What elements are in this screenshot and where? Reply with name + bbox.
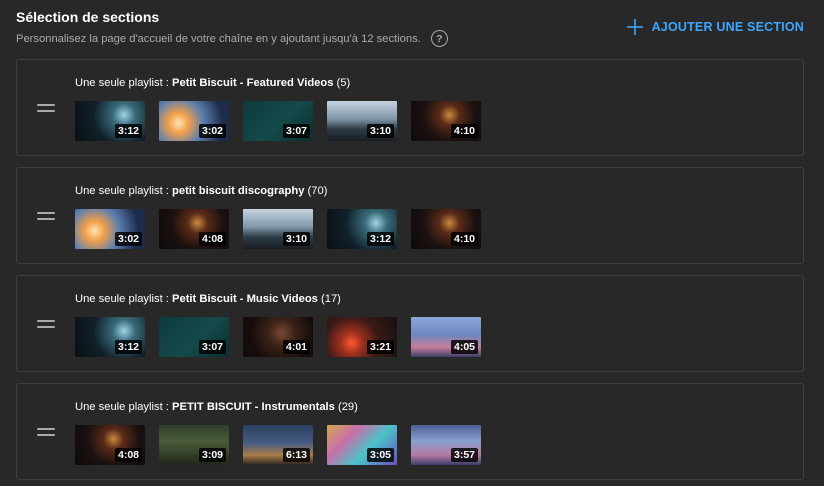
video-count: (5) [333,77,351,89]
video-thumbnail[interactable]: 3:12 [75,317,145,357]
video-thumbnail[interactable]: 3:07 [243,101,313,141]
video-thumbnail[interactable]: 3:05 [327,425,397,465]
video-duration: 3:21 [366,340,394,354]
video-duration: 3:12 [114,340,142,354]
thumbnail-row: 3:02 4:08 3:10 3:12 4:10 [75,209,481,249]
page-subtitle: Personnalisez la page d'accueil de votre… [16,32,421,45]
section-label: Une seule playlist : petit biscuit disco… [75,184,327,198]
video-duration: 4:05 [450,340,478,354]
thumbnail-row: 3:12 3:07 4:01 3:21 4:05 [75,317,481,357]
drag-handle-icon[interactable] [37,104,55,112]
video-count: (70) [304,185,328,197]
add-section-label: AJOUTER UNE SECTION [651,20,804,34]
playlist-name: PETIT BISCUIT - Instrumentals [172,401,335,413]
video-thumbnail[interactable]: 4:10 [411,101,481,141]
video-thumbnail[interactable]: 3:09 [159,425,229,465]
video-count: (17) [317,293,341,305]
video-duration: 4:10 [450,124,478,138]
video-duration: 3:02 [198,124,226,138]
section-card[interactable]: Une seule playlist : Petit Biscuit - Mus… [16,275,804,372]
video-duration: 3:12 [366,232,394,246]
video-duration: 6:13 [282,448,310,462]
video-duration: 3:12 [114,124,142,138]
drag-handle-icon[interactable] [37,212,55,220]
playlist-name: Petit Biscuit - Featured Videos [172,77,334,89]
video-duration: 3:09 [198,448,226,462]
video-count: (29) [334,401,358,413]
video-duration: 3:10 [366,124,394,138]
video-duration: 3:02 [114,232,142,246]
video-duration: 3:07 [198,340,226,354]
section-type: Une seule playlist : [75,185,173,197]
video-duration: 3:10 [282,232,310,246]
video-thumbnail[interactable]: 3:12 [75,101,145,141]
section-label: Une seule playlist : Petit Biscuit - Mus… [75,292,341,306]
video-thumbnail[interactable]: 4:05 [411,317,481,357]
video-duration: 4:08 [114,448,142,462]
video-thumbnail[interactable]: 3:10 [243,209,313,249]
drag-handle-icon[interactable] [37,428,55,436]
video-duration: 3:05 [366,448,394,462]
plus-icon [626,19,643,35]
section-label: Une seule playlist : Petit Biscuit - Fea… [75,76,350,90]
section-label: Une seule playlist : PETIT BISCUIT - Ins… [75,400,358,414]
playlist-name: Petit Biscuit - Music Videos [172,293,318,305]
channel-layout-sections-page: Sélection de sections Personnalisez la p… [0,0,824,486]
video-thumbnail[interactable]: 4:08 [75,425,145,465]
thumbnail-row: 3:12 3:02 3:07 3:10 4:10 [75,101,481,141]
section-card[interactable]: Une seule playlist : Petit Biscuit - Fea… [16,59,804,156]
video-thumbnail[interactable]: 3:10 [327,101,397,141]
section-card[interactable]: Une seule playlist : petit biscuit disco… [16,167,804,264]
video-duration: 4:10 [450,232,478,246]
add-section-button[interactable]: AJOUTER UNE SECTION [626,19,804,35]
video-thumbnail[interactable]: 4:08 [159,209,229,249]
video-duration: 3:07 [282,124,310,138]
video-thumbnail[interactable]: 3:02 [159,101,229,141]
video-thumbnail[interactable]: 3:07 [159,317,229,357]
section-type: Une seule playlist : [75,293,173,305]
video-thumbnail[interactable]: 6:13 [243,425,313,465]
help-icon[interactable]: ? [430,30,448,47]
thumbnail-row: 4:08 3:09 6:13 3:05 3:57 [75,425,481,465]
video-thumbnail[interactable]: 4:10 [411,209,481,249]
section-type: Une seule playlist : [75,77,173,89]
section-card[interactable]: Une seule playlist : PETIT BISCUIT - Ins… [16,383,804,480]
video-thumbnail[interactable]: 4:01 [243,317,313,357]
playlist-name: petit biscuit discography [172,185,305,197]
video-thumbnail[interactable]: 3:57 [411,425,481,465]
video-thumbnail[interactable]: 3:02 [75,209,145,249]
video-thumbnail[interactable]: 3:21 [327,317,397,357]
drag-handle-icon[interactable] [37,320,55,328]
video-duration: 3:57 [450,448,478,462]
section-type: Une seule playlist : [75,401,173,413]
video-duration: 4:01 [282,340,310,354]
video-duration: 4:08 [198,232,226,246]
video-thumbnail[interactable]: 3:12 [327,209,397,249]
